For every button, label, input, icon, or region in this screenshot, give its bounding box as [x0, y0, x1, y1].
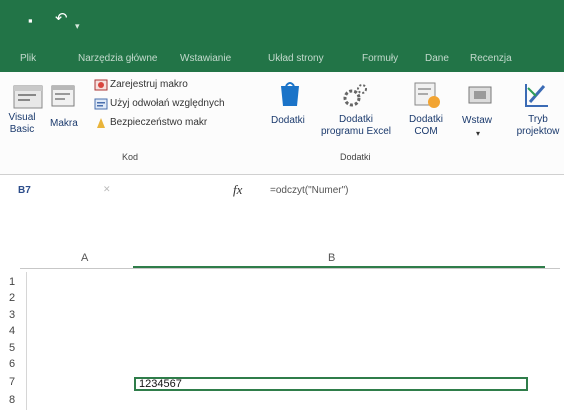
- com-addins-icon[interactable]: [412, 80, 442, 110]
- visual-basic-button[interactable]: Visual Basic: [4, 112, 40, 136]
- row-header-1[interactable]: 1: [2, 276, 22, 288]
- warning-icon: [97, 118, 105, 128]
- excel-addins-button[interactable]: Dodatki programu Excel: [318, 114, 394, 138]
- column-header-a[interactable]: A: [81, 252, 88, 264]
- header-divider: [20, 268, 560, 269]
- row-header-7[interactable]: 7: [2, 376, 22, 388]
- insert-controls-icon[interactable]: [466, 82, 494, 108]
- tab-formulas[interactable]: Formuły: [362, 53, 398, 64]
- undo-icon[interactable]: ↶: [55, 11, 69, 26]
- row-header-2[interactable]: 2: [2, 292, 22, 304]
- tab-layout[interactable]: Układ strony: [268, 53, 324, 64]
- row-header-3[interactable]: 3: [2, 309, 22, 321]
- ribbon-tabs: Plik Narzędzia główne Wstawianie Układ s…: [0, 50, 564, 72]
- tab-insert[interactable]: Wstawianie: [180, 53, 231, 64]
- column-headers: A B: [0, 252, 564, 270]
- tab-home[interactable]: Narzędzia główne: [78, 53, 158, 64]
- store-icon[interactable]: [277, 80, 303, 108]
- column-b-selection-indicator: [133, 266, 545, 268]
- visual-basic-icon[interactable]: [12, 82, 46, 112]
- row-headers: 1 2 3 4 5 6 7 8: [0, 272, 30, 410]
- row-header-6[interactable]: 6: [2, 358, 22, 370]
- cell-b7-value: 1234567: [139, 378, 182, 390]
- redo-icon[interactable]: ▾: [75, 22, 83, 31]
- macros-icon[interactable]: [50, 84, 78, 110]
- addins-button[interactable]: Dodatki: [271, 115, 305, 127]
- ribbon-developer: Visual Basic Makra Zarejestruj makro Użyj…: [0, 72, 564, 175]
- macros-button[interactable]: Makra: [50, 118, 78, 130]
- macro-security-button[interactable]: Bezpieczeństwo makr: [110, 117, 207, 129]
- cancel-icon[interactable]: ✕: [103, 184, 111, 195]
- design-mode-icon[interactable]: [522, 80, 550, 110]
- chevron-down-icon[interactable]: ▾: [476, 128, 480, 140]
- excel-addins-icon[interactable]: [340, 82, 370, 110]
- row-header-8[interactable]: 8: [2, 394, 22, 406]
- insert-function-icon[interactable]: fx: [233, 182, 242, 198]
- title-bar: ▪ ↶ ▾ Plik Narzędzia główne Wstawianie U…: [0, 0, 564, 72]
- design-mode-button[interactable]: Tryb projektow: [512, 114, 564, 138]
- insert-controls-button[interactable]: Wstaw: [462, 115, 492, 127]
- record-macro-button[interactable]: Zarejestruj makro: [110, 79, 188, 91]
- row-header-4[interactable]: 4: [2, 325, 22, 337]
- group-kod-label: Kod: [122, 152, 139, 162]
- relative-references-button[interactable]: Użyj odwołań względnych: [110, 98, 225, 110]
- cell-b7[interactable]: 1234567: [134, 377, 528, 391]
- name-box[interactable]: B7: [18, 185, 31, 196]
- column-header-b[interactable]: B: [328, 252, 335, 264]
- row-header-divider: [26, 272, 27, 410]
- tab-data[interactable]: Dane: [425, 53, 449, 64]
- tab-review[interactable]: Recenzja: [470, 53, 512, 64]
- relative-references-icon: [94, 98, 108, 110]
- formula-input[interactable]: =odczyt("Numer"): [270, 185, 349, 196]
- row-header-5[interactable]: 5: [2, 342, 22, 354]
- group-dodatki-label: Dodatki: [340, 152, 371, 162]
- save-icon[interactable]: ▪: [28, 14, 42, 28]
- record-macro-icon: [94, 79, 108, 91]
- tab-plik[interactable]: Plik: [20, 53, 36, 64]
- com-addins-button[interactable]: Dodatki COM: [404, 114, 448, 138]
